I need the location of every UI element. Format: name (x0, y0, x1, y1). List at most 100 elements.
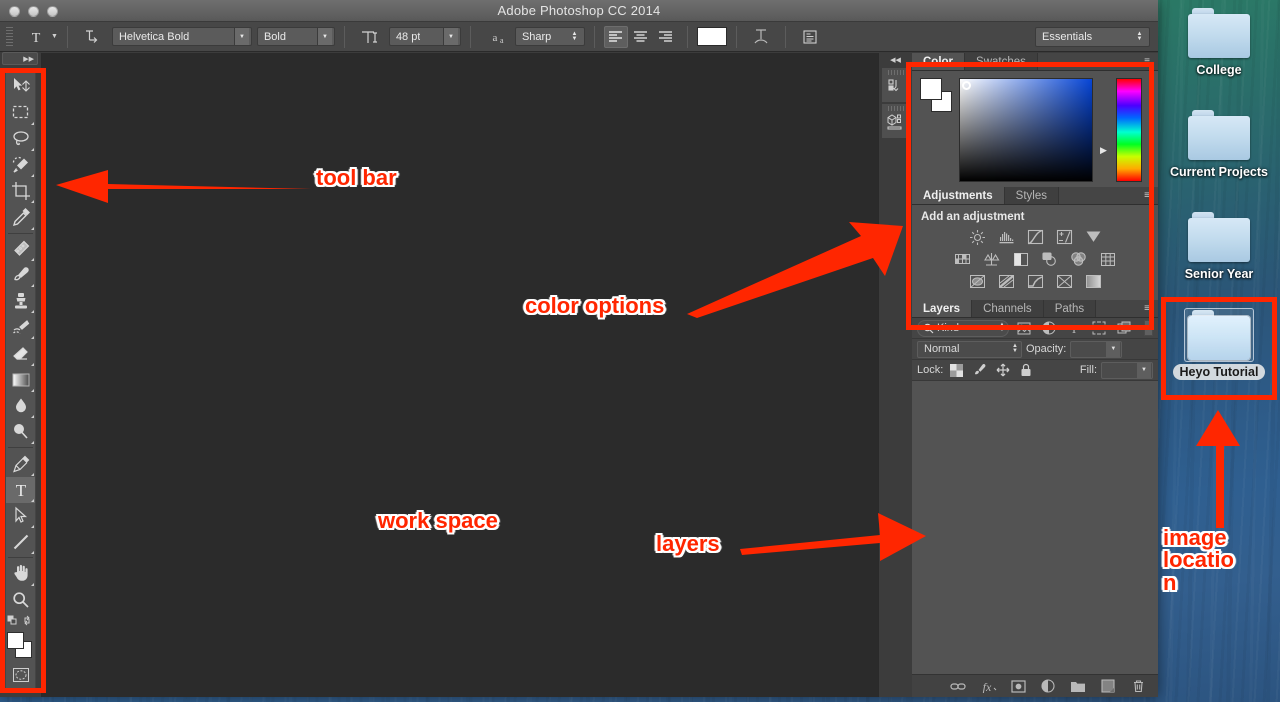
tab-color[interactable]: Color (912, 53, 966, 70)
adjustment-layer-filter-icon[interactable] (1038, 319, 1059, 337)
lock-position-icon[interactable] (993, 361, 1012, 379)
desktop-folder-senior-year[interactable]: Senior Year (1164, 212, 1274, 283)
align-left-button[interactable] (603, 25, 628, 48)
tab-channels[interactable]: Channels (972, 300, 1044, 317)
align-right-button[interactable] (654, 26, 678, 48)
blur-tool[interactable] (6, 393, 35, 419)
stepper-icon[interactable]: ▲ ▼ (1012, 343, 1018, 354)
workspace-canvas[interactable] (41, 53, 878, 697)
black-white-icon[interactable] (1011, 249, 1031, 269)
shape-layer-filter-icon[interactable] (1088, 319, 1109, 337)
font-family-select[interactable]: Helvetica Bold ▼ (111, 27, 252, 46)
foreground-color-swatch[interactable] (920, 78, 942, 100)
font-size-input[interactable]: 48 pt ▼ (388, 27, 461, 46)
tab-swatches[interactable]: Swatches (965, 53, 1038, 70)
selective-color-icon[interactable] (1083, 271, 1103, 291)
pixel-layer-filter-icon[interactable] (1013, 319, 1034, 337)
font-style-select[interactable]: Bold ▼ (256, 27, 335, 46)
layer-list[interactable] (912, 381, 1158, 674)
pen-tool[interactable] (6, 450, 35, 476)
tab-adjustments[interactable]: Adjustments (912, 187, 1005, 204)
filter-toggle-icon[interactable] (1144, 320, 1153, 336)
chevron-down-icon[interactable]: ▼ (51, 33, 58, 40)
fill-input[interactable]: ▼ (1101, 361, 1153, 379)
default-colors-row[interactable] (6, 613, 35, 628)
vibrance-icon[interactable] (1083, 227, 1103, 247)
chevron-down-icon[interactable]: ▼ (1106, 341, 1121, 357)
line-tool[interactable] (6, 529, 35, 555)
new-adjustment-layer-icon[interactable] (1040, 678, 1057, 695)
text-orientation-icon[interactable] (77, 26, 107, 48)
hue-slider[interactable] (1116, 78, 1142, 182)
panel-menu-icon[interactable]: ≡ (1136, 187, 1158, 204)
smart-object-filter-icon[interactable] (1113, 319, 1134, 337)
options-bar-grip[interactable] (6, 26, 13, 47)
layer-filter-kind-select[interactable]: Kind ▲ ▼ (917, 319, 1009, 337)
opacity-input[interactable]: ▼ (1070, 340, 1123, 358)
channel-mixer-icon[interactable] (1069, 249, 1089, 269)
zoom-tool[interactable] (6, 587, 35, 613)
text-color-swatch[interactable] (696, 27, 727, 46)
desktop-folder-college[interactable]: College (1164, 8, 1274, 79)
desktop-folder-current-projects[interactable]: Current Projects (1164, 110, 1274, 181)
stepper-icon[interactable]: ▲ ▼ (999, 322, 1005, 333)
type-layer-filter-icon[interactable]: T (1063, 319, 1084, 337)
stepper-icon[interactable]: ▲ ▼ (567, 28, 582, 45)
gradient-tool[interactable] (6, 367, 35, 393)
eyedropper-tool[interactable] (6, 204, 35, 230)
eraser-tool[interactable] (6, 340, 35, 366)
marquee-tool[interactable] (6, 99, 35, 125)
color-field[interactable] (959, 78, 1093, 182)
tab-layers[interactable]: Layers (912, 300, 973, 317)
chevron-down-icon[interactable]: ▼ (1137, 362, 1151, 378)
lock-all-icon[interactable] (1016, 361, 1035, 379)
lock-image-icon[interactable] (970, 361, 989, 379)
window-titlebar[interactable]: Adobe Photoshop CC 2014 (0, 0, 1158, 22)
desktop-folder-heyo-tutorial[interactable]: Heyo Tutorial (1164, 308, 1274, 381)
photo-filter-icon[interactable] (1040, 249, 1060, 269)
foreground-background-colors[interactable] (6, 630, 35, 660)
clone-stamp-tool[interactable] (6, 288, 35, 314)
path-selection-tool[interactable] (6, 503, 35, 529)
expand-panel-icon[interactable]: ▶▶ (2, 52, 38, 65)
layer-style-fx-icon[interactable]: fx (980, 678, 997, 695)
threshold-icon[interactable] (1025, 271, 1045, 291)
posterize-icon[interactable] (996, 271, 1016, 291)
new-group-icon[interactable] (1070, 678, 1087, 695)
hand-tool[interactable] (6, 560, 35, 586)
brush-tool[interactable] (6, 262, 35, 288)
character-panel-icon[interactable] (795, 26, 825, 48)
healing-brush-tool[interactable] (6, 235, 35, 261)
3d-panel-icon[interactable] (881, 104, 910, 138)
hue-saturation-icon[interactable] (953, 249, 973, 269)
new-layer-icon[interactable] (1100, 678, 1117, 695)
color-lookup-icon[interactable] (1098, 249, 1118, 269)
foreground-color-swatch[interactable] (7, 631, 24, 649)
link-layers-icon[interactable] (950, 678, 967, 695)
blend-mode-select[interactable]: Normal ▲ ▼ (917, 340, 1022, 358)
move-tool[interactable] (6, 73, 35, 99)
lock-transparency-icon[interactable] (947, 361, 966, 379)
type-tool[interactable]: T (6, 476, 35, 503)
workspace-select[interactable]: Essentials ▲ ▼ (1035, 26, 1150, 47)
levels-icon[interactable] (996, 227, 1016, 247)
curves-icon[interactable] (1025, 227, 1045, 247)
history-brush-tool[interactable] (6, 314, 35, 340)
collapse-panels-icon[interactable]: ◀◀ (879, 53, 912, 66)
exposure-icon[interactable] (1054, 227, 1074, 247)
anti-alias-select[interactable]: Sharp ▲ ▼ (514, 27, 585, 46)
history-panel-icon[interactable] (881, 68, 910, 102)
add-mask-icon[interactable] (1010, 678, 1027, 695)
lasso-tool[interactable] (6, 126, 35, 152)
gradient-map-icon[interactable] (1054, 271, 1074, 291)
stepper-icon[interactable]: ▲ ▼ (1132, 28, 1147, 45)
chevron-down-icon[interactable]: ▼ (316, 28, 332, 45)
invert-icon[interactable] (967, 271, 987, 291)
brightness-contrast-icon[interactable] (967, 227, 987, 247)
tab-paths[interactable]: Paths (1043, 300, 1097, 317)
text-tool-icon[interactable]: T (21, 26, 51, 48)
tab-styles[interactable]: Styles (1004, 187, 1059, 204)
color-panel-swatches[interactable] (920, 78, 952, 112)
crop-tool[interactable] (6, 178, 35, 204)
quick-mask-icon[interactable] (6, 662, 35, 688)
